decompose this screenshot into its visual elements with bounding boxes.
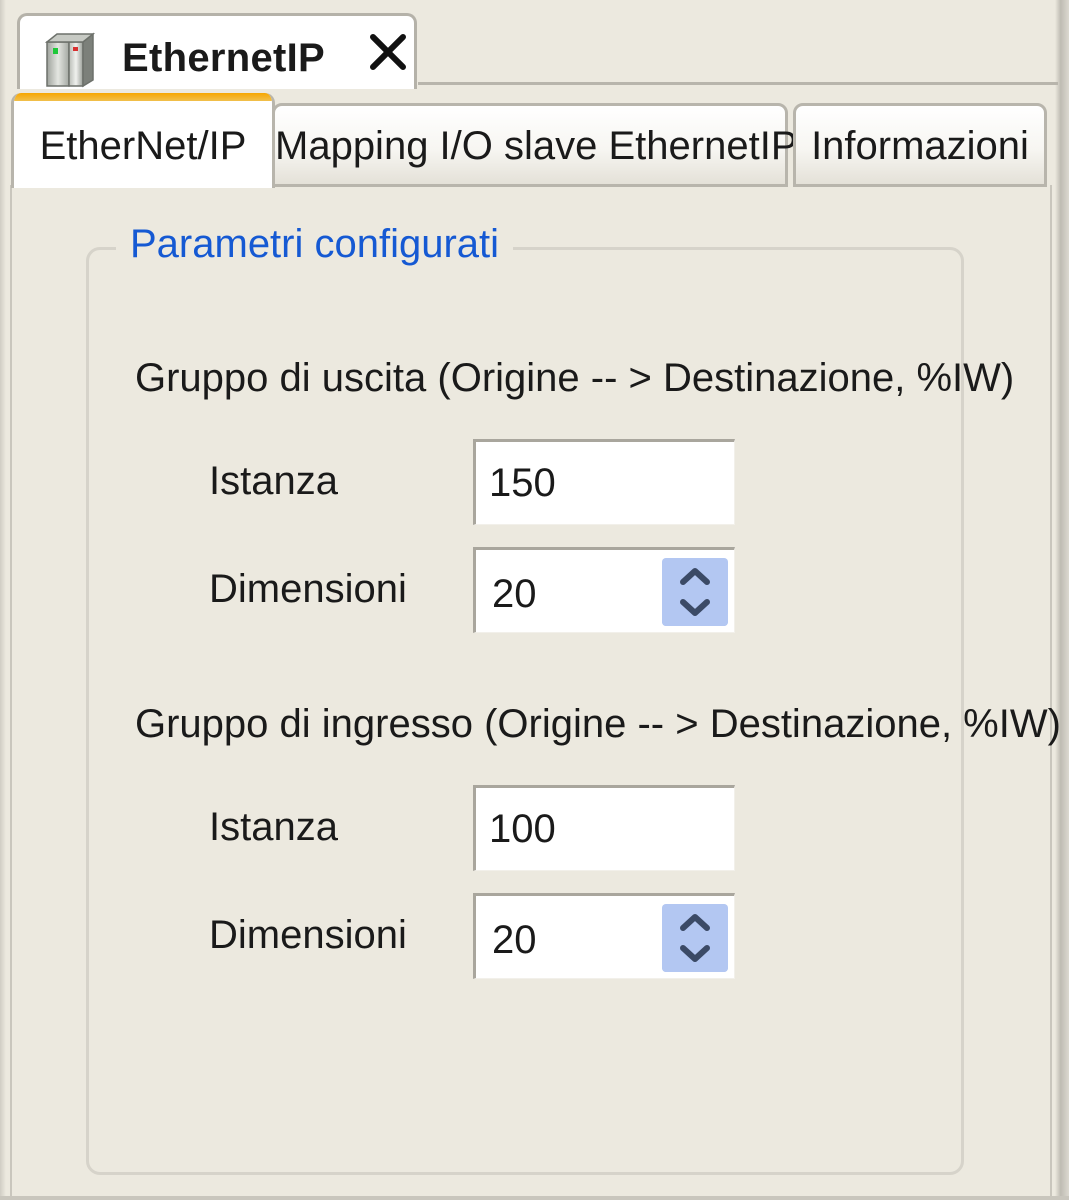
input-size-label: Dimensioni — [209, 913, 407, 957]
panel-left-edge — [10, 185, 12, 1200]
output-group-heading: Gruppo di uscita (Origine -- > Destinazi… — [135, 356, 1015, 400]
window-bottom-border — [0, 1196, 1069, 1200]
active-tab-indicator — [14, 93, 272, 101]
panel-right-edge — [1050, 185, 1052, 1200]
output-size-spin-icon[interactable] — [662, 558, 728, 626]
input-instance-label: Istanza — [209, 805, 338, 849]
output-instance-label: Istanza — [209, 459, 338, 503]
tab-label: EtherNet/IP — [39, 124, 247, 168]
document-tab-title: EthernetIP — [122, 36, 326, 80]
output-size-label: Dimensioni — [209, 567, 407, 611]
tab-informazioni[interactable]: Informazioni — [793, 103, 1047, 187]
tab-label: Informazioni — [811, 124, 1029, 168]
device-module-icon — [45, 32, 95, 88]
tab-ethernet-ip[interactable]: EtherNet/IP — [11, 93, 275, 188]
tab-label: Mapping I/O slave EthernetIP — [275, 124, 798, 168]
input-group-heading: Gruppo di ingresso (Origine -- > Destina… — [135, 702, 1061, 746]
tab-mapping-io-slave[interactable]: Mapping I/O slave EthernetIP — [272, 103, 798, 187]
input-instance-field[interactable]: 100 — [473, 785, 735, 871]
groupbox-title: Parametri configurati — [116, 222, 514, 267]
close-icon[interactable] — [366, 30, 410, 74]
output-instance-field[interactable]: 150 — [473, 439, 735, 525]
editor-window: EthernetIP Mapping I/O slave EthernetIP … — [0, 0, 1069, 1200]
input-size-spin-icon[interactable] — [662, 904, 728, 972]
window-scroll-border — [1055, 0, 1069, 1200]
window-left-border — [0, 0, 6, 1200]
document-tabstrip-line — [418, 82, 1058, 85]
document-tab-ethernetip[interactable]: EthernetIP — [17, 13, 417, 89]
